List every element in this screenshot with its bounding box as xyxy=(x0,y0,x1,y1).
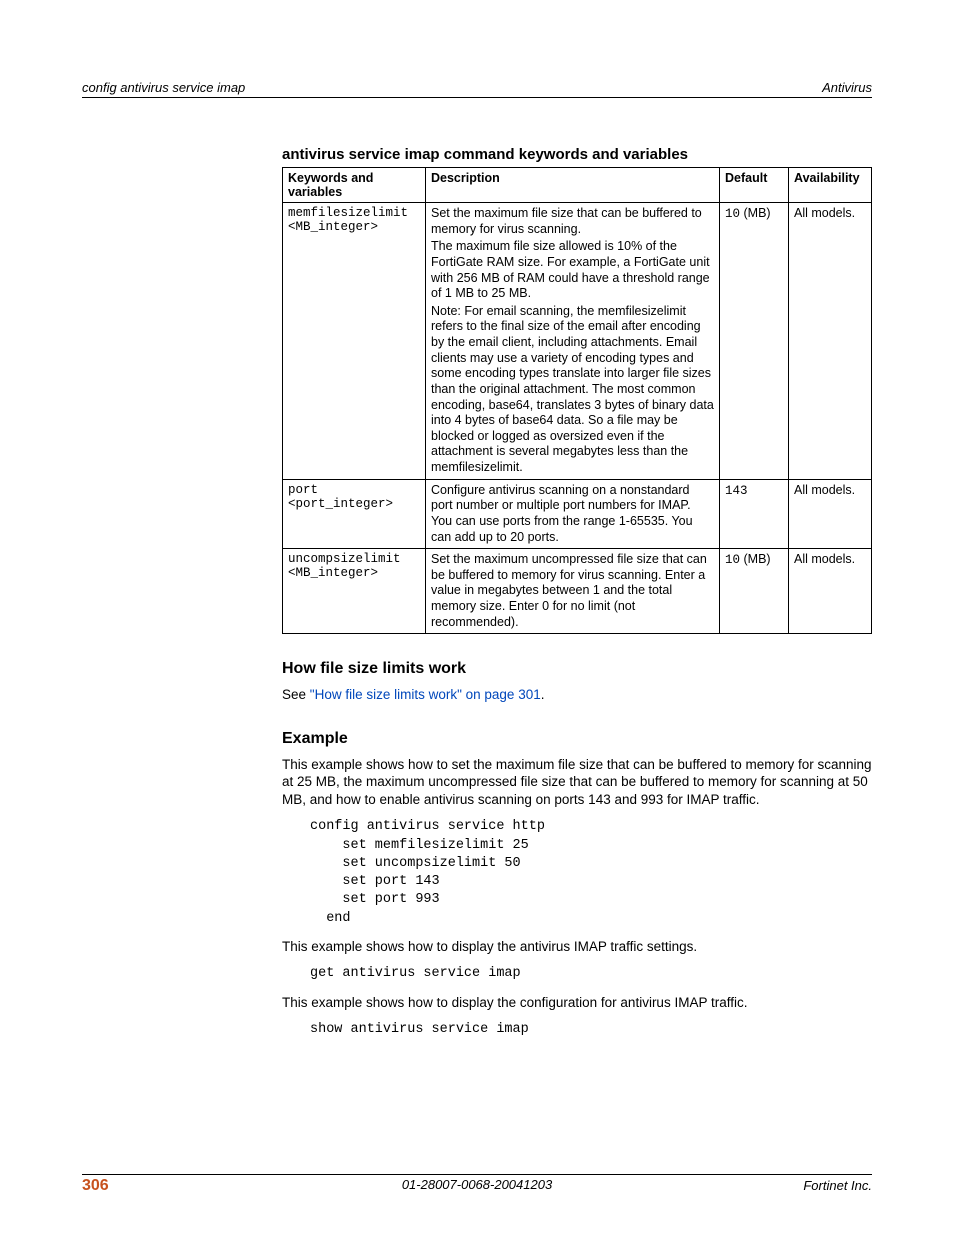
example-mid-1: This example shows how to display the an… xyxy=(282,938,872,956)
cell-default: 143 xyxy=(720,479,789,549)
code-block-show: show antivirus service imap xyxy=(310,1021,872,1039)
cell-availability: All models. xyxy=(789,479,872,549)
cell-description: Configure antivirus scanning on a nonsta… xyxy=(426,479,720,549)
header-right: Antivirus xyxy=(822,80,872,95)
default-value: 143 xyxy=(725,484,748,498)
content-area: antivirus service imap command keywords … xyxy=(282,146,872,1039)
cell-default: 10 (MB) xyxy=(720,203,789,480)
table-header-row: Keywords and variables Description Defau… xyxy=(283,168,872,203)
running-header: config antivirus service imap Antivirus xyxy=(82,80,872,98)
cell-availability: All models. xyxy=(789,203,872,480)
page-number: 306 xyxy=(82,1177,109,1195)
table-title: antivirus service imap command keywords … xyxy=(282,146,872,163)
default-unit: (MB) xyxy=(740,206,771,220)
desc-paragraph: Note: For email scanning, the memfilesiz… xyxy=(431,304,714,476)
cell-availability: All models. xyxy=(789,549,872,634)
cell-keyword: uncompsizelimit <MB_integer> xyxy=(283,549,426,634)
keywords-table: Keywords and variables Description Defau… xyxy=(282,167,872,634)
header-left: config antivirus service imap xyxy=(82,80,245,95)
see-prefix: See xyxy=(282,687,310,702)
desc-paragraph: The maximum file size allowed is 10% of … xyxy=(431,239,714,302)
cell-default: 10 (MB) xyxy=(720,549,789,634)
cell-description: Set the maximum file size that can be bu… xyxy=(426,203,720,480)
cell-description: Set the maximum uncompressed file size t… xyxy=(426,549,720,634)
th-keywords: Keywords and variables xyxy=(283,168,426,203)
heading-how-file-size: How file size limits work xyxy=(282,660,872,678)
default-value: 10 xyxy=(725,553,740,567)
desc-paragraph: Set the maximum file size that can be bu… xyxy=(431,206,714,237)
footer-doc-id: 01-28007-0068-20041203 xyxy=(402,1177,552,1192)
table-row: port <port_integer> Configure antivirus … xyxy=(283,479,872,549)
desc-paragraph: Configure antivirus scanning on a nonsta… xyxy=(431,483,714,546)
example-mid-2: This example shows how to display the co… xyxy=(282,994,872,1012)
desc-paragraph: Set the maximum uncompressed file size t… xyxy=(431,552,714,630)
page: config antivirus service imap Antivirus … xyxy=(0,0,954,1235)
th-availability: Availability xyxy=(789,168,872,203)
cell-keyword: port <port_integer> xyxy=(283,479,426,549)
default-value: 10 xyxy=(725,207,740,221)
table-row: memfilesizelimit <MB_integer> Set the ma… xyxy=(283,203,872,480)
th-description: Description xyxy=(426,168,720,203)
heading-example: Example xyxy=(282,730,872,748)
th-default: Default xyxy=(720,168,789,203)
page-footer: 306 01-28007-0068-20041203 Fortinet Inc. xyxy=(82,1174,872,1195)
see-period: . xyxy=(541,687,545,702)
code-block-config: config antivirus service http set memfil… xyxy=(310,818,872,927)
how-see-paragraph: See "How file size limits work" on page … xyxy=(282,686,872,704)
example-intro: This example shows how to set the maximu… xyxy=(282,756,872,809)
table-row: uncompsizelimit <MB_integer> Set the max… xyxy=(283,549,872,634)
code-block-get: get antivirus service imap xyxy=(310,965,872,983)
footer-company: Fortinet Inc. xyxy=(803,1178,872,1193)
default-unit: (MB) xyxy=(740,552,771,566)
cell-keyword: memfilesizelimit <MB_integer> xyxy=(283,203,426,480)
link-how-file-size-limits[interactable]: "How file size limits work" on page 301 xyxy=(310,687,541,702)
